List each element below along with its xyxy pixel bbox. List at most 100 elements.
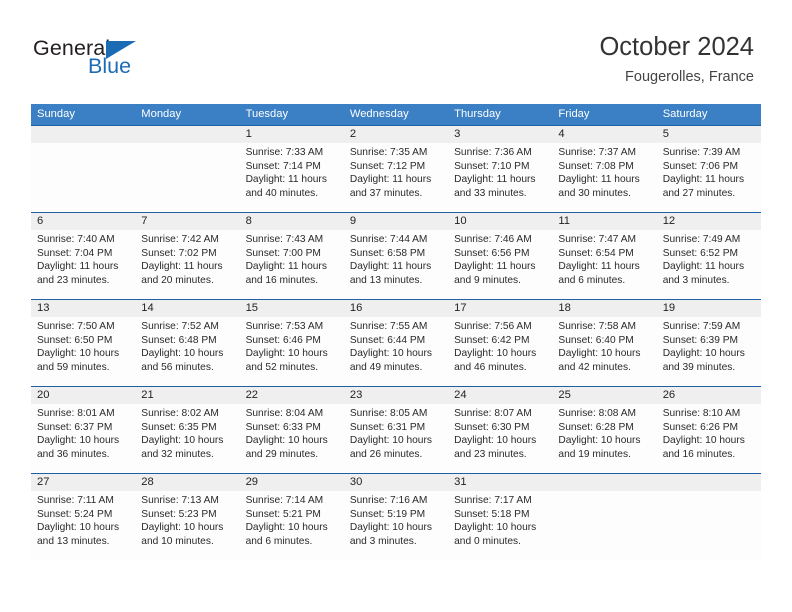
day-cell[interactable]: 26 Sunrise: 8:10 AM Sunset: 6:26 PM Dayl… xyxy=(656,387,761,473)
daylight-text-line1: Daylight: 11 hours xyxy=(454,261,536,273)
day-cell[interactable]: 3 Sunrise: 7:36 AM Sunset: 7:10 PM Dayli… xyxy=(448,126,553,212)
day-cell[interactable] xyxy=(31,126,136,212)
day-number: 24 xyxy=(448,387,553,404)
sunrise-text: Sunrise: 7:46 AM xyxy=(454,234,532,245)
sunset-text: Sunset: 6:35 PM xyxy=(141,421,217,433)
day-cell[interactable]: 20 Sunrise: 8:01 AM Sunset: 6:37 PM Dayl… xyxy=(31,387,136,473)
day-cell[interactable]: 7 Sunrise: 7:42 AM Sunset: 7:02 PM Dayli… xyxy=(135,213,240,299)
day-cell[interactable]: 31 Sunrise: 7:17 AM Sunset: 5:18 PM Dayl… xyxy=(448,474,553,560)
day-cell[interactable]: 25 Sunrise: 8:08 AM Sunset: 6:28 PM Dayl… xyxy=(552,387,657,473)
daylight-text-line1: Daylight: 11 hours xyxy=(245,261,327,273)
brand-logo[interactable]: General Blue xyxy=(33,36,213,86)
day-cell[interactable]: 1 Sunrise: 7:33 AM Sunset: 7:14 PM Dayli… xyxy=(239,126,344,212)
day-cell[interactable]: 17 Sunrise: 7:56 AM Sunset: 6:42 PM Dayl… xyxy=(448,300,553,386)
day-cell[interactable]: 2 Sunrise: 7:35 AM Sunset: 7:12 PM Dayli… xyxy=(343,126,449,212)
day-cell[interactable]: 10 Sunrise: 7:46 AM Sunset: 6:56 PM Dayl… xyxy=(448,213,553,299)
sunrise-text: Sunrise: 7:59 AM xyxy=(662,321,741,332)
daylight-text-line2: and 36 minutes. xyxy=(37,448,110,460)
sunrise-text: Sunrise: 8:07 AM xyxy=(454,408,532,419)
daylight-text-line1: Daylight: 10 hours xyxy=(245,348,328,360)
day-cell[interactable] xyxy=(135,126,240,212)
daylight-text-line2: and 6 minutes. xyxy=(558,274,626,286)
sunset-text: Sunset: 7:14 PM xyxy=(245,160,321,172)
weekday-header-sunday: Sunday xyxy=(37,108,75,120)
sunrise-text: Sunrise: 7:17 AM xyxy=(454,495,532,506)
week-row: 20 Sunrise: 8:01 AM Sunset: 6:37 PM Dayl… xyxy=(31,386,761,473)
daylight-text-line2: and 20 minutes. xyxy=(141,274,214,286)
sunset-text: Sunset: 6:48 PM xyxy=(141,334,217,346)
sunrise-text: Sunrise: 7:49 AM xyxy=(662,234,741,245)
daylight-text-line2: and 39 minutes. xyxy=(662,361,736,373)
day-number: 13 xyxy=(31,300,136,317)
day-cell[interactable]: 23 Sunrise: 8:05 AM Sunset: 6:31 PM Dayl… xyxy=(343,387,449,473)
sunset-text: Sunset: 6:28 PM xyxy=(558,421,634,433)
day-number: 23 xyxy=(343,387,449,404)
daylight-text-line2: and 26 minutes. xyxy=(349,448,423,460)
day-cell[interactable]: 12 Sunrise: 7:49 AM Sunset: 6:52 PM Dayl… xyxy=(656,213,761,299)
page-subtitle: Fougerolles, France xyxy=(625,69,754,85)
sunrise-text: Sunrise: 7:58 AM xyxy=(558,321,636,332)
weekday-header-friday: Friday xyxy=(558,108,590,120)
day-cell[interactable]: 22 Sunrise: 8:04 AM Sunset: 6:33 PM Dayl… xyxy=(239,387,344,473)
daylight-text-line2: and 37 minutes. xyxy=(349,187,423,199)
sunrise-text: Sunrise: 8:10 AM xyxy=(662,408,741,419)
sunset-text: Sunset: 5:21 PM xyxy=(245,508,321,520)
daylight-text-line1: Daylight: 11 hours xyxy=(558,174,640,186)
day-cell[interactable]: 14 Sunrise: 7:52 AM Sunset: 6:48 PM Dayl… xyxy=(135,300,240,386)
day-number xyxy=(31,126,136,143)
day-details: Sunrise: 7:46 AM Sunset: 6:56 PM Dayligh… xyxy=(448,230,552,299)
day-cell[interactable]: 19 Sunrise: 7:59 AM Sunset: 6:39 PM Dayl… xyxy=(656,300,761,386)
day-cell[interactable]: 13 Sunrise: 7:50 AM Sunset: 6:50 PM Dayl… xyxy=(31,300,136,386)
daylight-text-line1: Daylight: 10 hours xyxy=(141,435,224,447)
day-cell[interactable]: 18 Sunrise: 7:58 AM Sunset: 6:40 PM Dayl… xyxy=(552,300,657,386)
day-cell[interactable]: 8 Sunrise: 7:43 AM Sunset: 7:00 PM Dayli… xyxy=(239,213,344,299)
day-cell[interactable]: 5 Sunrise: 7:39 AM Sunset: 7:06 PM Dayli… xyxy=(656,126,761,212)
day-cell[interactable]: 30 Sunrise: 7:16 AM Sunset: 5:19 PM Dayl… xyxy=(343,474,449,560)
sunrise-text: Sunrise: 7:13 AM xyxy=(141,495,219,506)
day-cell[interactable]: 27 Sunrise: 7:11 AM Sunset: 5:24 PM Dayl… xyxy=(31,474,136,560)
day-cell[interactable]: 11 Sunrise: 7:47 AM Sunset: 6:54 PM Dayl… xyxy=(552,213,657,299)
day-cell[interactable]: 15 Sunrise: 7:53 AM Sunset: 6:46 PM Dayl… xyxy=(239,300,344,386)
day-cell[interactable]: 4 Sunrise: 7:37 AM Sunset: 7:08 PM Dayli… xyxy=(552,126,657,212)
day-details: Sunrise: 7:58 AM Sunset: 6:40 PM Dayligh… xyxy=(552,317,656,386)
day-details: Sunrise: 7:11 AM Sunset: 5:24 PM Dayligh… xyxy=(31,491,135,560)
day-cell[interactable] xyxy=(552,474,657,560)
weekday-header-wednesday: Wednesday xyxy=(349,108,409,120)
day-cell[interactable] xyxy=(656,474,761,560)
daylight-text-line2: and 29 minutes. xyxy=(245,448,319,460)
day-cell[interactable]: 9 Sunrise: 7:44 AM Sunset: 6:58 PM Dayli… xyxy=(343,213,449,299)
day-cell[interactable]: 16 Sunrise: 7:55 AM Sunset: 6:44 PM Dayl… xyxy=(343,300,449,386)
daylight-text-line2: and 40 minutes. xyxy=(245,187,319,199)
calendar-grid: Sunday Monday Tuesday Wednesday Thursday… xyxy=(31,104,761,560)
day-details: Sunrise: 7:47 AM Sunset: 6:54 PM Dayligh… xyxy=(552,230,656,299)
day-details: Sunrise: 8:10 AM Sunset: 6:26 PM Dayligh… xyxy=(657,404,761,473)
day-number xyxy=(656,474,761,491)
week-row: 6 Sunrise: 7:40 AM Sunset: 7:04 PM Dayli… xyxy=(31,212,761,299)
sunset-text: Sunset: 7:04 PM xyxy=(37,247,113,259)
sunset-text: Sunset: 5:19 PM xyxy=(349,508,426,520)
day-number: 4 xyxy=(552,126,657,143)
daylight-text-line1: Daylight: 11 hours xyxy=(349,174,432,186)
sunrise-text: Sunrise: 7:37 AM xyxy=(558,147,636,158)
day-cell[interactable]: 6 Sunrise: 7:40 AM Sunset: 7:04 PM Dayli… xyxy=(31,213,136,299)
day-cell[interactable]: 28 Sunrise: 7:13 AM Sunset: 5:23 PM Dayl… xyxy=(135,474,240,560)
day-number: 18 xyxy=(552,300,657,317)
day-number: 29 xyxy=(239,474,344,491)
day-details: Sunrise: 7:36 AM Sunset: 7:10 PM Dayligh… xyxy=(448,143,552,212)
day-cell[interactable]: 21 Sunrise: 8:02 AM Sunset: 6:35 PM Dayl… xyxy=(135,387,240,473)
title-block: October 2024 Fougerolles, France xyxy=(599,32,754,86)
daylight-text-line1: Daylight: 10 hours xyxy=(558,348,641,360)
week-row: 27 Sunrise: 7:11 AM Sunset: 5:24 PM Dayl… xyxy=(31,473,761,560)
sunset-text: Sunset: 6:52 PM xyxy=(662,247,739,259)
day-number: 3 xyxy=(448,126,553,143)
sunrise-text: Sunrise: 7:50 AM xyxy=(37,321,115,332)
daylight-text-line2: and 0 minutes. xyxy=(454,535,521,547)
daylight-text-line1: Daylight: 11 hours xyxy=(245,174,327,186)
sunrise-text: Sunrise: 7:56 AM xyxy=(454,321,532,332)
day-cell[interactable]: 24 Sunrise: 8:07 AM Sunset: 6:30 PM Dayl… xyxy=(448,387,553,473)
day-cell[interactable]: 29 Sunrise: 7:14 AM Sunset: 5:21 PM Dayl… xyxy=(239,474,344,560)
sunset-text: Sunset: 7:02 PM xyxy=(141,247,217,259)
sunset-text: Sunset: 6:31 PM xyxy=(349,421,426,433)
sunrise-text: Sunrise: 8:02 AM xyxy=(141,408,219,419)
sunset-text: Sunset: 5:23 PM xyxy=(141,508,217,520)
